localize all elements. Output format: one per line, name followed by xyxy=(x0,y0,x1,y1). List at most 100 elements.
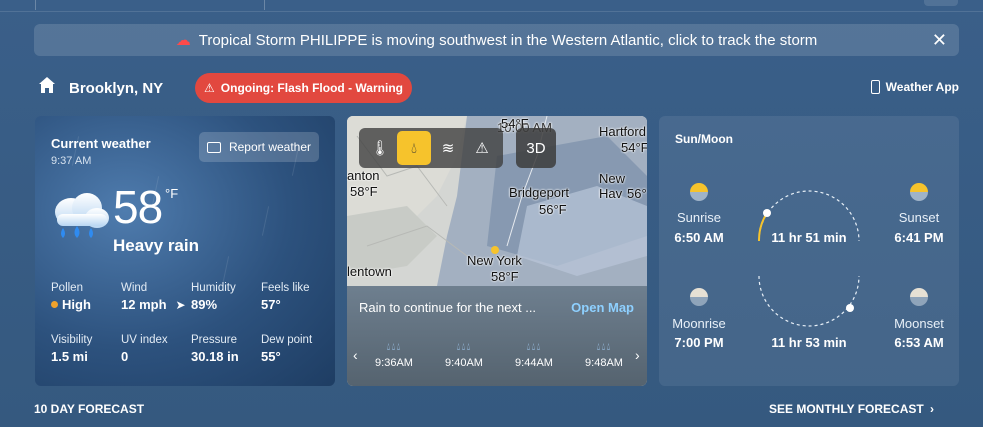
detail-value: 55° xyxy=(261,349,281,364)
detail-label: UV index xyxy=(121,334,168,346)
location-name[interactable]: Brooklyn, NY xyxy=(69,80,163,97)
detail-label: Dew point xyxy=(261,334,313,346)
sunrise-icon xyxy=(690,183,708,201)
map-3d-toggle[interactable]: 3D xyxy=(516,128,556,168)
home-icon[interactable] xyxy=(38,76,56,94)
radar-map-card[interactable]: 10:00 AM 54°F Hartford 54°F anton 58°F B… xyxy=(347,116,647,386)
dew-point-cell[interactable]: Dew point 55° xyxy=(261,334,331,364)
moonrise-time: 7:00 PM xyxy=(674,335,724,350)
map-city-label: Bridgeport xyxy=(509,185,569,200)
timeline-time: 9:48AM xyxy=(585,357,623,369)
detail-value: 57° xyxy=(261,297,281,312)
timeline-time: 9:44AM xyxy=(515,357,553,369)
sunrise-time: 6:50 AM xyxy=(674,230,724,245)
monthly-forecast-label: SEE MONTHLY FORECAST xyxy=(769,402,924,416)
map-temp-label: 54°F xyxy=(621,140,647,155)
top-button[interactable] xyxy=(924,0,958,6)
current-weather-card[interactable]: Current weather 9:37 AM Report weather 5… xyxy=(35,116,335,386)
map-temp-label: 58°F xyxy=(350,184,378,199)
feels-like-cell[interactable]: Feels like 57° xyxy=(261,282,331,312)
open-map-link[interactable]: Open Map xyxy=(571,300,634,315)
chat-icon xyxy=(206,141,221,153)
map-temp-label: 58°F xyxy=(491,269,519,284)
wind-direction-icon: ➤ xyxy=(175,297,186,312)
precipitation-drop-icon[interactable]: 💧︎ xyxy=(397,131,431,165)
weather-condition: Heavy rain xyxy=(113,236,199,255)
details-row: Visibility 1.5 mi UV index 0 Pressure 30… xyxy=(51,334,331,364)
thermometer-icon[interactable]: 🌡︎ xyxy=(363,131,397,165)
moonset-icon xyxy=(910,288,928,306)
storm-icon: ☁ xyxy=(175,32,191,49)
detail-value: 30.18 in xyxy=(191,349,239,364)
wind-icon[interactable]: ≋ xyxy=(431,131,465,165)
sunset-label: Sunset xyxy=(898,210,940,225)
map-city-label: anton xyxy=(347,168,380,183)
sunset-icon xyxy=(910,183,928,201)
timeline-time: 9:40AM xyxy=(445,357,483,369)
report-weather-button[interactable]: Report weather xyxy=(199,132,319,162)
map-forecast-panel: Rain to continue for the next ... Open M… xyxy=(347,286,647,386)
visibility-cell[interactable]: Visibility 1.5 mi xyxy=(51,334,121,364)
ten-day-forecast-heading[interactable]: 10 DAY FORECAST xyxy=(34,402,144,416)
daylight-duration: 11 hr 51 min xyxy=(771,230,847,245)
timeline-step[interactable]: 💧︎💧︎💧︎ 9:48AM xyxy=(579,342,629,369)
rain-drops-icon: 💧︎💧︎💧︎ xyxy=(386,342,402,353)
timeline-time: 9:36AM xyxy=(375,357,413,369)
temperature-value: 58 xyxy=(113,181,163,233)
map-layer-toolbar: 🌡︎ 💧︎ ≋ ⚠︎ xyxy=(359,128,503,168)
moonset-label: Moonset xyxy=(894,316,944,331)
top-strip xyxy=(0,0,983,12)
map-city-label: New York xyxy=(467,253,522,268)
report-weather-label: Report weather xyxy=(228,140,312,154)
detail-value: High xyxy=(62,297,91,312)
heavy-rain-icon xyxy=(55,193,109,238)
map-temp-label: 56° xyxy=(627,186,647,201)
uv-index-cell[interactable]: UV index 0 xyxy=(121,334,191,364)
map-city-label: lentown xyxy=(347,264,392,279)
pressure-cell[interactable]: Pressure 30.18 in xyxy=(191,334,261,364)
monthly-forecast-link[interactable]: SEE MONTHLY FORECAST › xyxy=(769,402,934,416)
alert-triangle-icon[interactable]: ⚠︎ xyxy=(465,131,499,165)
sunrise-label: Sunrise xyxy=(676,210,722,225)
sunset-time: 6:41 PM xyxy=(894,230,944,245)
detail-value: 1.5 mi xyxy=(51,349,88,364)
moonlight-duration: 11 hr 53 min xyxy=(771,335,847,350)
location-row: Brooklyn, NY ⚠ Ongoing: Flash Flood - Wa… xyxy=(34,73,959,103)
timeline-step[interactable]: 💧︎💧︎💧︎ 9:36AM xyxy=(369,342,419,369)
humidity-cell[interactable]: Humidity 89% xyxy=(191,282,261,312)
detail-label: Feels like xyxy=(261,282,310,294)
temperature-unit: °F xyxy=(165,186,179,201)
moonrise-label: Moonrise xyxy=(672,316,726,331)
divider xyxy=(264,0,265,10)
details-row: Pollen High Wind 12 mph ➤ Humidity 89% Fe… xyxy=(51,282,331,312)
map-temp-label: 56°F xyxy=(539,202,567,217)
rain-drops-icon: 💧︎💧︎💧︎ xyxy=(596,342,612,353)
timeline-step[interactable]: 💧︎💧︎💧︎ 9:44AM xyxy=(509,342,559,369)
rain-forecast-message: Rain to continue for the next ... xyxy=(359,300,537,315)
detail-label: Pressure xyxy=(191,334,238,346)
rain-streak xyxy=(261,206,270,236)
sun-moon-card[interactable]: Sun/Moon Sunrise 6:50 AM Sunset 6:41 PM … xyxy=(659,116,959,386)
moon-arc xyxy=(758,275,860,327)
close-icon[interactable]: ✕ xyxy=(932,30,947,51)
detail-value: 0 xyxy=(121,349,129,364)
flood-warning-badge[interactable]: ⚠ Ongoing: Flash Flood - Warning xyxy=(195,73,412,103)
sun-moon-title: Sun/Moon xyxy=(675,132,733,146)
pollen-cell[interactable]: Pollen High xyxy=(51,282,121,312)
warning-icon: ⚠ xyxy=(204,81,215,95)
phone-icon xyxy=(870,80,880,94)
storm-alert-text[interactable]: Tropical Storm PHILIPPE is moving southw… xyxy=(199,32,818,49)
detail-label: Pollen xyxy=(51,282,83,294)
divider xyxy=(35,0,36,10)
storm-alert-banner[interactable]: ☁ Tropical Storm PHILIPPE is moving sout… xyxy=(34,24,959,56)
wind-cell[interactable]: Wind 12 mph ➤ xyxy=(121,282,191,312)
weather-app-link[interactable]: Weather App xyxy=(870,80,959,94)
chevron-left-icon[interactable]: ‹ xyxy=(353,347,358,363)
warning-text: Ongoing: Flash Flood - Warning xyxy=(220,81,403,95)
timeline-step[interactable]: 💧︎💧︎💧︎ 9:40AM xyxy=(439,342,489,369)
detail-label: Wind xyxy=(121,282,148,294)
detail-value: 12 mph xyxy=(121,297,167,312)
rain-drops-icon: 💧︎💧︎💧︎ xyxy=(526,342,542,353)
chevron-right-icon[interactable]: › xyxy=(635,347,640,363)
moonrise-icon xyxy=(690,288,708,306)
